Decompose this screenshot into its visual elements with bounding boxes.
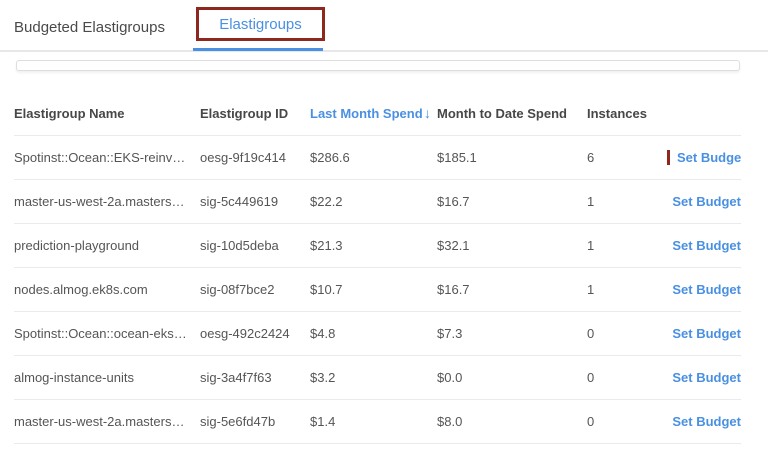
elastigroup-id-cell: sig-5e6fd47b (200, 414, 310, 429)
month-to-date-spend-cell: $0.0 (437, 370, 587, 385)
last-month-spend-cell: $4.8 (310, 326, 437, 341)
last-month-spend-cell: $1.4 (310, 414, 437, 429)
table-row: master-us-west-2a.masters… sig-5e6fd47b … (14, 400, 741, 444)
last-month-spend-cell: $10.7 (310, 282, 437, 297)
elastigroup-id-cell: sig-5c449619 (200, 194, 310, 209)
instances-cell: 1 (587, 282, 667, 297)
elastigroup-name-cell: almog-instance-units (14, 370, 200, 385)
elastigroups-table: Elastigroup Name Elastigroup ID Last Mon… (14, 91, 741, 444)
collapsed-filter-panel[interactable] (16, 60, 740, 71)
elastigroup-name-cell: Spotinst::Ocean::EKS-reinv… (14, 150, 200, 165)
elastigroup-id-cell: oesg-9f19c414 (200, 150, 310, 165)
table-row: almog-instance-units sig-3a4f7f63 $3.2 $… (14, 356, 741, 400)
column-header-last-month-spend-label: Last Month Spend (310, 106, 423, 121)
last-month-spend-cell: $22.2 (310, 194, 437, 209)
elastigroup-name-cell: nodes.almog.ek8s.com (14, 282, 200, 297)
set-budget-link[interactable]: Set Budget (672, 414, 741, 429)
elastigroup-id-cell: sig-10d5deba (200, 238, 310, 253)
set-budget-link[interactable]: Set Budget (672, 238, 741, 253)
table-row: Spotinst::Ocean::EKS-reinv… oesg-9f19c41… (14, 136, 741, 180)
elastigroup-name-cell: Spotinst::Ocean::ocean-eks… (14, 326, 200, 341)
month-to-date-spend-cell: $7.3 (437, 326, 587, 341)
action-cell: Set Budget (667, 194, 741, 209)
elastigroup-id-cell: sig-3a4f7f63 (200, 370, 310, 385)
table-body: Spotinst::Ocean::EKS-reinv… oesg-9f19c41… (14, 136, 741, 444)
table-row: prediction-playground sig-10d5deba $21.3… (14, 224, 741, 268)
action-cell: Set Budget (667, 150, 741, 165)
set-budget-link[interactable]: Set Budget (672, 194, 741, 209)
set-budget-link[interactable]: Set Budget (672, 370, 741, 385)
action-cell: Set Budget (667, 238, 741, 253)
action-cell: Set Budget (667, 326, 741, 341)
month-to-date-spend-cell: $185.1 (437, 150, 587, 165)
action-cell: Set Budget (667, 282, 741, 297)
annotation-box-active-tab: Elastigroups (196, 7, 325, 41)
elastigroup-id-cell: sig-08f7bce2 (200, 282, 310, 297)
month-to-date-spend-cell: $16.7 (437, 194, 587, 209)
last-month-spend-cell: $286.6 (310, 150, 437, 165)
instances-cell: 0 (587, 326, 667, 341)
instances-cell: 0 (587, 414, 667, 429)
elastigroup-name-cell: master-us-west-2a.masters… (14, 414, 200, 429)
sort-desc-arrow-icon[interactable]: ↓ (424, 106, 431, 120)
table-header-row: Elastigroup Name Elastigroup ID Last Mon… (14, 91, 741, 136)
tab-bar: Budgeted Elastigroups Elastigroups (0, 0, 768, 52)
tab-budgeted-elastigroups[interactable]: Budgeted Elastigroups (14, 19, 165, 36)
month-to-date-spend-cell: $32.1 (437, 238, 587, 253)
instances-cell: 1 (587, 238, 667, 253)
last-month-spend-cell: $3.2 (310, 370, 437, 385)
column-header-elastigroup-name[interactable]: Elastigroup Name (14, 106, 200, 121)
elastigroup-name-cell: master-us-west-2a.masters… (14, 194, 200, 209)
column-header-last-month-spend[interactable]: Last Month Spend ↓ (310, 106, 437, 121)
instances-cell: 0 (587, 370, 667, 385)
instances-cell: 6 (587, 150, 667, 165)
tab-elastigroups[interactable]: Elastigroups (219, 16, 302, 33)
instances-cell: 1 (587, 194, 667, 209)
action-cell: Set Budget (667, 414, 741, 429)
action-cell: Set Budget (667, 370, 741, 385)
table-row: nodes.almog.ek8s.com sig-08f7bce2 $10.7 … (14, 268, 741, 312)
month-to-date-spend-cell: $8.0 (437, 414, 587, 429)
column-header-month-to-date-spend[interactable]: Month to Date Spend (437, 106, 587, 121)
elastigroup-name-cell: prediction-playground (14, 238, 200, 253)
active-tab-underline (193, 48, 323, 51)
set-budget-link-annotated[interactable]: Set Budget (667, 150, 741, 165)
table-row: master-us-west-2a.masters… sig-5c449619 … (14, 180, 741, 224)
column-header-instances[interactable]: Instances (587, 106, 667, 121)
last-month-spend-cell: $21.3 (310, 238, 437, 253)
set-budget-link[interactable]: Set Budget (672, 282, 741, 297)
set-budget-link[interactable]: Set Budget (672, 326, 741, 341)
elastigroup-id-cell: oesg-492c2424 (200, 326, 310, 341)
month-to-date-spend-cell: $16.7 (437, 282, 587, 297)
column-header-elastigroup-id[interactable]: Elastigroup ID (200, 106, 310, 121)
table-row: Spotinst::Ocean::ocean-eks… oesg-492c242… (14, 312, 741, 356)
